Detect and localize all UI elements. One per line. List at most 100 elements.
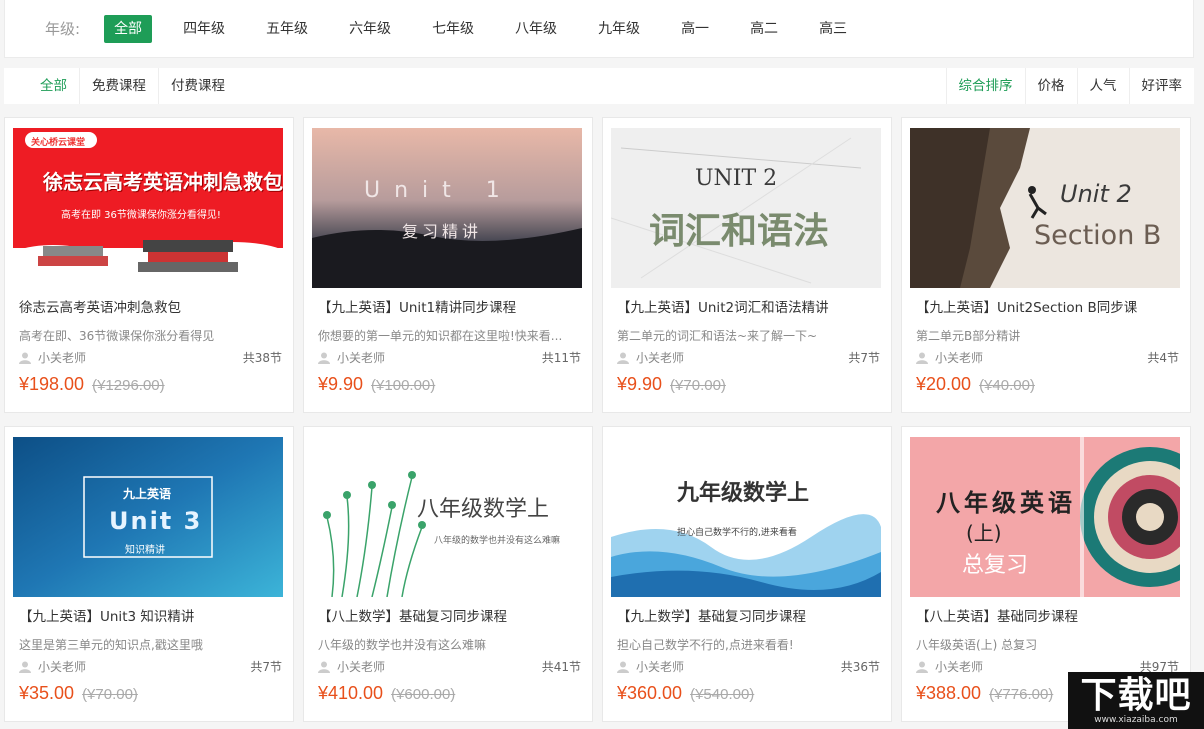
original-price: (¥600.00)	[391, 686, 456, 703]
course-thumbnail[interactable]: 九年级数学上 担心自己数学不行的,进来看看	[611, 437, 881, 597]
lesson-count: 共4节	[1147, 351, 1179, 365]
grade-senior-2[interactable]: 高二	[740, 15, 788, 43]
course-description: 你想要的第一单元的知识都在这里啦!快来看...	[318, 329, 563, 343]
lesson-count: 共36节	[840, 660, 880, 674]
current-price: ¥20.00	[916, 374, 972, 394]
course-thumbnail[interactable]: Unit 1 复习精讲	[312, 128, 582, 288]
user-icon	[617, 661, 629, 673]
grade-9[interactable]: 九年级	[588, 15, 650, 43]
current-price: ¥410.00	[318, 683, 384, 703]
course-teacher: 小关老师	[19, 658, 86, 675]
course-description: 第二单元B部分精讲	[916, 329, 1021, 343]
course-title[interactable]: 【八上数学】基础复习同步课程	[318, 605, 507, 625]
course-teacher: 小关老师	[19, 349, 86, 366]
price-row: ¥360.00 (¥540.00)	[617, 683, 754, 704]
price-row: ¥9.90 (¥70.00)	[617, 374, 726, 395]
thumb-subline: 知识精讲	[125, 545, 165, 556]
user-icon	[318, 661, 330, 673]
lesson-count: 共38节	[242, 351, 282, 365]
course-teacher: 小关老师	[916, 349, 983, 366]
thumb-brand: 关心桥云课堂	[31, 138, 86, 148]
course-card[interactable]: 九上英语 Unit 3 知识精讲 【九上英语】Unit3 知识精讲 这里是第三单…	[4, 426, 294, 722]
thumb-subline: 复习精讲	[402, 222, 483, 241]
course-thumbnail[interactable]: 八年级数学上 八年级的数学也并没有这么难嘛	[312, 437, 582, 597]
course-title[interactable]: 【九上英语】Unit2Section B同步课	[916, 296, 1137, 316]
course-card[interactable]: 九年级数学上 担心自己数学不行的,进来看看 【九上数学】基础复习同步课程 担心自…	[602, 426, 892, 722]
thumb-headline: 九年级数学上	[677, 481, 810, 506]
thumb-headline: 徐志云高考英语冲刺急救包	[43, 170, 283, 194]
current-price: ¥9.90	[617, 374, 663, 394]
course-description: 八年级英语(上) 总复习	[916, 638, 1038, 652]
thumb-subline: Section B	[1034, 220, 1162, 251]
filter-all[interactable]: 全部	[4, 68, 80, 104]
sort-options: 综合排序 价格 人气 好评率	[945, 68, 1195, 104]
current-price: ¥198.00	[19, 374, 85, 394]
grade-7[interactable]: 七年级	[422, 15, 484, 43]
current-price: ¥388.00	[916, 683, 982, 703]
course-card[interactable]: 八年级数学上 八年级的数学也并没有这么难嘛 【八上数学】基础复习同步课程 八年级…	[303, 426, 593, 722]
site-watermark-logo: 下载吧 www.xiazaiba.com	[1068, 672, 1204, 729]
course-teacher: 小关老师	[318, 658, 385, 675]
course-card[interactable]: Unit 2 Section B 【九上英语】Unit2Section B同步课…	[901, 117, 1191, 413]
grade-5[interactable]: 五年级	[256, 15, 318, 43]
course-card[interactable]: 关心桥云课堂 徐志云高考英语冲刺急救包 高考在即 36节微课保你涨分看得见! 徐…	[4, 117, 294, 413]
thumb-headline: Unit 2	[1060, 180, 1132, 208]
course-title[interactable]: 【八上英语】基础同步课程	[916, 605, 1078, 625]
course-description: 这里是第三单元的知识点,戳这里哦	[19, 638, 203, 652]
user-icon	[916, 661, 928, 673]
watermark-text: 下载吧	[1080, 674, 1192, 716]
sort-price[interactable]: 价格	[1024, 68, 1077, 104]
filter-paid[interactable]: 付费课程	[159, 68, 237, 104]
lesson-count: 共11节	[541, 351, 581, 365]
watermark-url: www.xiazaiba.com	[1094, 714, 1178, 725]
thumb-headline: 八年级数学上	[417, 497, 550, 522]
lesson-count: 共7节	[848, 351, 880, 365]
teacher-name: 小关老师	[337, 660, 386, 674]
thumb-subline: (上)	[966, 521, 1002, 545]
teacher-name: 小关老师	[935, 660, 984, 674]
teacher-name: 小关老师	[636, 660, 685, 674]
teacher-name: 小关老师	[337, 351, 386, 365]
original-price: (¥540.00)	[690, 686, 755, 703]
teacher-name: 小关老师	[636, 351, 685, 365]
course-title[interactable]: 【九上英语】Unit1精讲同步课程	[318, 296, 516, 316]
grade-8[interactable]: 八年级	[505, 15, 567, 43]
sort-overall[interactable]: 综合排序	[945, 68, 1025, 104]
grade-senior-3[interactable]: 高三	[809, 15, 857, 43]
course-card[interactable]: Unit 1 复习精讲 【九上英语】Unit1精讲同步课程 你想要的第一单元的知…	[303, 117, 593, 413]
price-row: ¥35.00 (¥70.00)	[19, 683, 138, 704]
course-title[interactable]: 【九上英语】Unit3 知识精讲	[19, 605, 194, 625]
course-thumbnail[interactable]: 九上英语 Unit 3 知识精讲	[13, 437, 283, 597]
grade-filter-bar: 年级: 全部 四年级 五年级 六年级 七年级 八年级 九年级 高一 高二 高三	[4, 0, 1194, 58]
filter-free[interactable]: 免费课程	[80, 68, 159, 104]
course-title[interactable]: 【九上英语】Unit2词汇和语法精讲	[617, 296, 829, 316]
thumb-headline: 八年级英语	[936, 489, 1076, 517]
course-teacher: 小关老师	[617, 658, 684, 675]
course-thumbnail[interactable]: UNIT 2 词汇和语法	[611, 128, 881, 288]
sort-popularity[interactable]: 人气	[1076, 68, 1129, 104]
course-title[interactable]: 徐志云高考英语冲刺急救包	[19, 296, 181, 316]
price-row: ¥198.00 (¥1296.00)	[19, 374, 165, 395]
course-thumbnail[interactable]: 关心桥云课堂 徐志云高考英语冲刺急救包 高考在即 36节微课保你涨分看得见!	[13, 128, 283, 288]
original-price: (¥100.00)	[371, 377, 436, 394]
grade-4[interactable]: 四年级	[173, 15, 235, 43]
teacher-name: 小关老师	[38, 660, 87, 674]
course-description: 八年级的数学也并没有这么难嘛	[318, 638, 487, 652]
original-price: (¥776.00)	[989, 686, 1054, 703]
thumb-subline: 八年级的数学也并没有这么难嘛	[434, 536, 561, 546]
user-icon	[916, 352, 928, 364]
course-title[interactable]: 【九上数学】基础复习同步课程	[617, 605, 806, 625]
type-filter: 全部 免费课程 付费课程	[4, 68, 237, 104]
sort-rating[interactable]: 好评率	[1128, 68, 1195, 104]
current-price: ¥35.00	[19, 683, 75, 703]
thumb-headline: Unit 3	[109, 507, 203, 535]
grade-all[interactable]: 全部	[104, 14, 153, 43]
course-card[interactable]: UNIT 2 词汇和语法 【九上英语】Unit2词汇和语法精讲 第二单元的词汇和…	[602, 117, 892, 413]
grade-6[interactable]: 六年级	[339, 15, 401, 43]
course-thumbnail[interactable]: Unit 2 Section B	[910, 128, 1180, 288]
user-icon	[617, 352, 629, 364]
price-row: ¥410.00 (¥600.00)	[318, 683, 455, 704]
course-thumbnail[interactable]: 八年级英语 (上) 总复习	[910, 437, 1180, 597]
thumbnail-image	[611, 437, 881, 597]
grade-senior-1[interactable]: 高一	[671, 15, 719, 43]
